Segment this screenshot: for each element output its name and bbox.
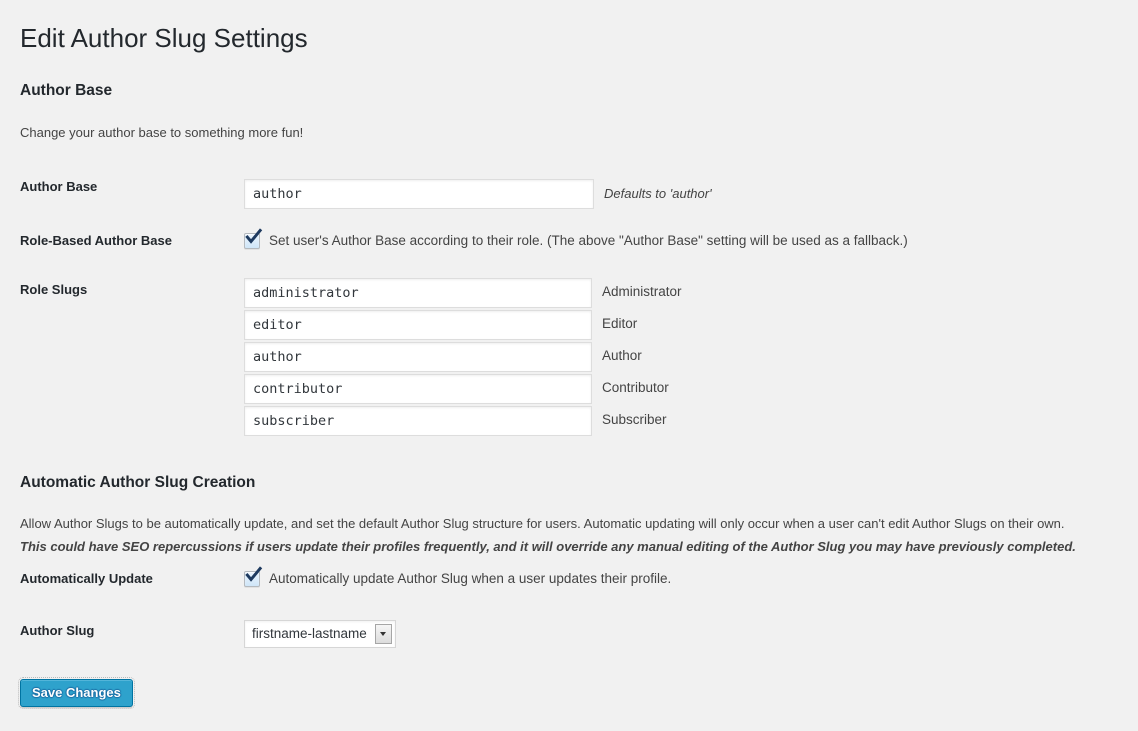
role-slug-label-administrator: Administrator: [602, 283, 682, 302]
role-slug-label-subscriber: Subscriber: [602, 411, 667, 430]
chevron-down-icon[interactable]: [375, 624, 392, 644]
role-slug-row: Author: [244, 342, 1108, 372]
form-row-role-slugs: Role Slugs Administrator Editor Author: [20, 266, 1118, 442]
field-automatically-update: Automatically update Author Slug when a …: [244, 563, 1118, 604]
role-slug-label-editor: Editor: [602, 315, 637, 334]
save-changes-button[interactable]: Save Changes: [20, 679, 133, 707]
field-author-slug: firstname-lastname: [244, 603, 1118, 659]
label-author-slug: Author Slug: [20, 603, 244, 659]
label-automatically-update: Automatically Update: [20, 563, 244, 604]
role-slug-input-editor[interactable]: [244, 310, 592, 340]
role-slug-row: Subscriber: [244, 406, 1108, 436]
field-role-based-author-base: Set user's Author Base according to thei…: [244, 217, 1118, 266]
author-base-form-table: Author Base Defaults to 'author' Role-Ba…: [20, 171, 1118, 442]
author-slug-select-value: firstname-lastname: [245, 621, 375, 647]
author-slug-select[interactable]: firstname-lastname: [244, 620, 396, 648]
automatic-creation-warning-text: This could have SEO repercussions if use…: [20, 537, 1118, 557]
form-row-author-base: Author Base Defaults to 'author': [20, 171, 1118, 217]
role-slug-row: Editor: [244, 310, 1108, 340]
field-role-slugs: Administrator Editor Author Contributor: [244, 266, 1118, 442]
form-row-role-based-author-base: Role-Based Author Base Set user's Author…: [20, 217, 1118, 266]
role-slug-input-contributor[interactable]: [244, 374, 592, 404]
author-base-hint: Defaults to 'author': [604, 185, 712, 203]
role-based-checkbox[interactable]: [244, 233, 260, 249]
automatically-update-checkbox-row[interactable]: Automatically update Author Slug when a …: [244, 569, 1108, 589]
role-based-checkbox-row[interactable]: Set user's Author Base according to thei…: [244, 231, 1108, 251]
role-slug-input-author[interactable]: [244, 342, 592, 372]
section-heading-automatic-creation: Automatic Author Slug Creation: [20, 472, 1118, 494]
role-slug-label-contributor: Contributor: [602, 379, 669, 398]
role-slug-row: Contributor: [244, 374, 1108, 404]
page-title: Edit Author Slug Settings: [20, 18, 1118, 58]
checkmark-icon: [244, 566, 263, 585]
role-slug-row: Administrator: [244, 278, 1108, 308]
section-heading-author-base: Author Base: [20, 80, 1118, 102]
form-row-author-slug: Author Slug firstname-lastname: [20, 603, 1118, 659]
settings-page: Edit Author Slug Settings Author Base Ch…: [0, 0, 1138, 707]
submit-area: Save Changes: [20, 663, 1118, 707]
section-description-author-base: Change your author base to something mor…: [20, 123, 1118, 143]
role-slug-input-subscriber[interactable]: [244, 406, 592, 436]
automatically-update-checkbox-label: Automatically update Author Slug when a …: [269, 569, 671, 589]
section-description-automatic-creation: Allow Author Slugs to be automatically u…: [20, 514, 1118, 557]
field-author-base: Defaults to 'author': [244, 171, 1118, 217]
automatically-update-checkbox[interactable]: [244, 571, 260, 587]
label-role-slugs: Role Slugs: [20, 266, 244, 442]
form-row-automatically-update: Automatically Update Automatically updat…: [20, 563, 1118, 604]
checkmark-icon: [244, 228, 263, 247]
automatic-creation-form-table: Automatically Update Automatically updat…: [20, 563, 1118, 660]
label-author-base: Author Base: [20, 171, 244, 217]
role-slug-label-author: Author: [602, 347, 642, 366]
automatic-creation-description-text: Allow Author Slugs to be automatically u…: [20, 516, 1065, 531]
label-role-based-author-base: Role-Based Author Base: [20, 217, 244, 266]
author-base-input[interactable]: [244, 179, 594, 209]
role-based-checkbox-label: Set user's Author Base according to thei…: [269, 231, 908, 251]
role-slug-input-administrator[interactable]: [244, 278, 592, 308]
